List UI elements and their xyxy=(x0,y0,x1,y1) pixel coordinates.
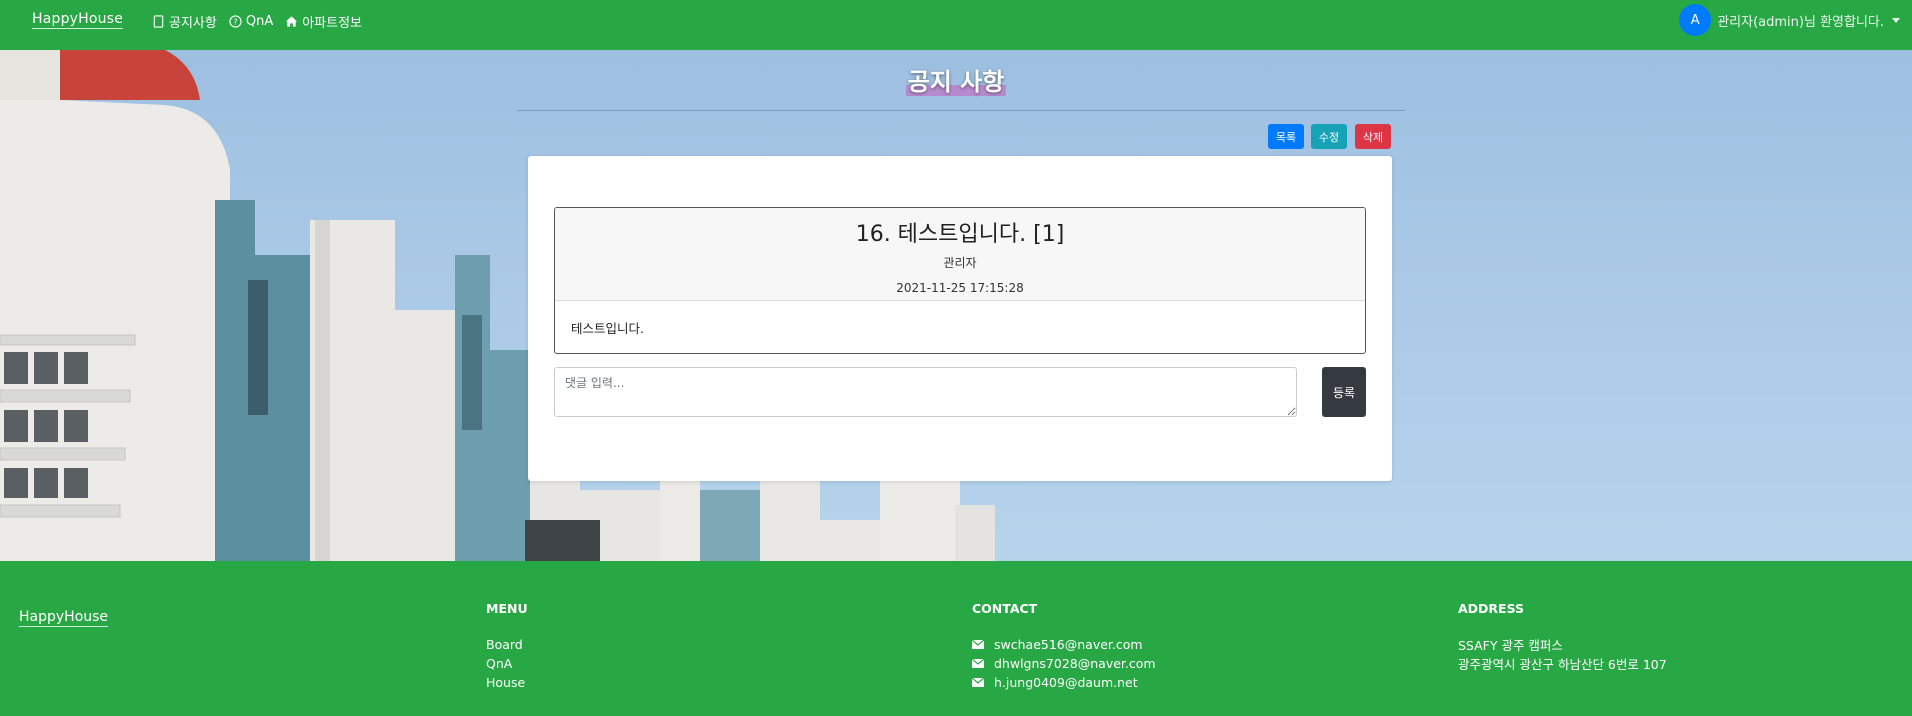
svg-text:?: ? xyxy=(233,16,237,26)
footer-link-qna[interactable]: QnA xyxy=(486,654,528,673)
mail-icon xyxy=(972,659,984,668)
footer-address: ADDRESS SSAFY 광주 캠퍼스 광주광역시 광산구 하남산단 6번로 … xyxy=(1458,601,1667,673)
top-navbar: HappyHouse 공지사항 ? QnA 아파트정보 A 관리자(admin)… xyxy=(0,0,1912,50)
post-content: 테스트입니다. xyxy=(571,321,644,336)
contact-email-row: swchae516@naver.com xyxy=(972,635,1156,654)
address-line: SSAFY 광주 캠퍼스 xyxy=(1458,638,1563,653)
notice-icon xyxy=(153,15,164,28)
question-circle-icon: ? xyxy=(229,15,242,28)
post-date: 2021-11-25 17:15:28 xyxy=(896,281,1024,295)
contact-email-row: h.jung0409@daum.net xyxy=(972,673,1156,692)
footer-contact-heading: CONTACT xyxy=(972,601,1038,616)
nav-item-label: 공지사항 xyxy=(169,16,217,31)
chevron-down-icon[interactable] xyxy=(1892,17,1900,23)
footer-menu-heading: MENU xyxy=(486,601,528,616)
nav-item-notice[interactable]: 공지사항 xyxy=(152,12,217,31)
brand-logo[interactable]: HappyHouse xyxy=(32,11,124,29)
nav-item-qna[interactable]: ? QnA xyxy=(229,14,273,29)
house-icon xyxy=(286,16,298,27)
mail-icon xyxy=(972,640,984,649)
user-greeting[interactable]: 관리자(admin)님 환영합니다. xyxy=(1717,11,1884,30)
nav-item-label: QnA xyxy=(245,14,274,29)
comment-submit-button[interactable]: 등록 xyxy=(1322,367,1366,417)
footer-address-heading: ADDRESS xyxy=(1458,601,1525,616)
comment-input[interactable] xyxy=(554,367,1297,417)
post-author: 관리자 xyxy=(943,256,977,270)
footer-link-house[interactable]: House xyxy=(486,673,528,692)
footer-brand-logo[interactable]: HappyHouse xyxy=(19,609,109,627)
delete-button[interactable]: 삭제 xyxy=(1355,124,1391,149)
address-line: 광주광역시 광산구 하남산단 6번로 107 xyxy=(1458,657,1667,672)
edit-button[interactable]: 수정 xyxy=(1311,124,1347,149)
nav-item-label: 아파트정보 xyxy=(302,16,363,31)
footer: HappyHouse MENU Board QnA House CONTACT … xyxy=(0,561,1912,716)
post-title: 16. 테스트입니다. [1] xyxy=(855,222,1065,247)
page-title-text: 공지 사항 xyxy=(905,68,1007,96)
footer-contact: CONTACT swchae516@naver.com dhwlgns7028@… xyxy=(972,601,1156,692)
nav-links: 공지사항 ? QnA 아파트정보 xyxy=(152,12,362,31)
list-button[interactable]: 목록 xyxy=(1268,124,1304,149)
footer-link-board[interactable]: Board xyxy=(486,635,528,654)
mail-icon xyxy=(972,678,984,687)
post-card: 16. 테스트입니다. [1] 관리자 2021-11-25 17:15:28 … xyxy=(528,156,1392,481)
contact-email[interactable]: h.jung0409@daum.net xyxy=(994,675,1138,690)
post-header: 16. 테스트입니다. [1] 관리자 2021-11-25 17:15:28 xyxy=(555,208,1365,301)
nav-item-apartment[interactable]: 아파트정보 xyxy=(285,12,362,31)
user-menu[interactable]: A 관리자(admin)님 환영합니다. xyxy=(1679,4,1900,36)
post-detail: 16. 테스트입니다. [1] 관리자 2021-11-25 17:15:28 … xyxy=(554,207,1366,354)
footer-menu: MENU Board QnA House xyxy=(486,601,528,692)
page-title: 공지 사항 xyxy=(0,62,1912,97)
contact-email[interactable]: dhwlgns7028@naver.com xyxy=(994,656,1156,671)
contact-email-row: dhwlgns7028@naver.com xyxy=(972,654,1156,673)
contact-email[interactable]: swchae516@naver.com xyxy=(994,637,1143,652)
title-divider xyxy=(517,110,1405,111)
avatar[interactable]: A xyxy=(1679,4,1712,36)
